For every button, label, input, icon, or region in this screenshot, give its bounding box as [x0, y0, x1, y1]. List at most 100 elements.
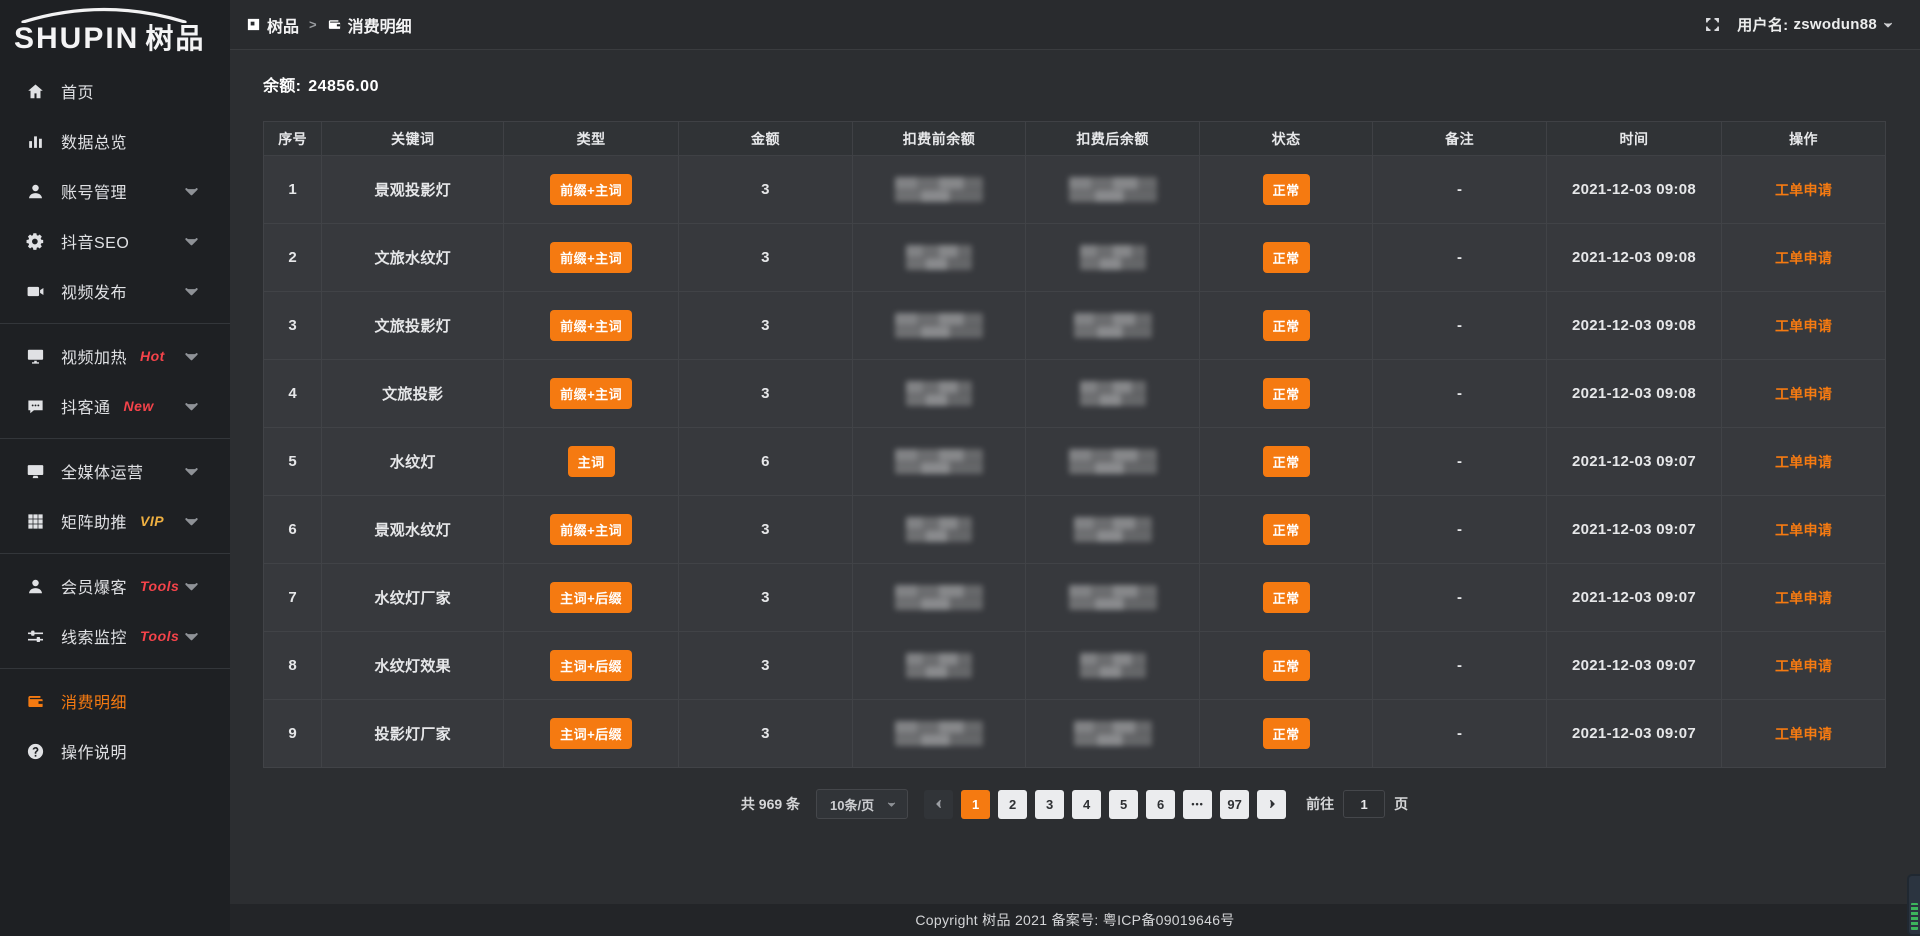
masked-balance-after	[1074, 721, 1152, 746]
ticket-apply-link[interactable]: 工单申请	[1775, 726, 1832, 742]
sidebar-item-home[interactable]: 首页	[0, 66, 230, 116]
sidebar-item-video-publish[interactable]: 视频发布	[0, 266, 230, 316]
page-button-2[interactable]: 2	[998, 790, 1027, 819]
sidebar-item-label: 矩阵助推	[61, 509, 127, 533]
cell-keyword: 文旅投影	[322, 360, 504, 428]
prev-page-button[interactable]	[924, 790, 953, 819]
sidebar-divider	[0, 323, 230, 324]
balance: 余额: 24856.00	[263, 72, 1886, 96]
column-header: 序号	[264, 122, 322, 156]
cell-amount: 3	[679, 156, 853, 224]
main-area: 树品 > 消费明细 用户名: zswodun88 余额:24856.00	[230, 0, 1920, 936]
column-header: 扣费后余额	[1026, 122, 1200, 156]
wallet-icon	[327, 17, 342, 32]
sidebar-item-data-overview[interactable]: 数据总览	[0, 116, 230, 166]
table-row: 7水纹灯厂家主词+后缀3正常-2021-12-03 09:07工单申请	[264, 564, 1886, 632]
sidebar-item-operation-guide[interactable]: 操作说明	[0, 726, 230, 776]
next-page-button[interactable]	[1257, 790, 1286, 819]
ticket-apply-link[interactable]: 工单申请	[1775, 522, 1832, 538]
sidebar-item-label: 首页	[61, 79, 94, 103]
sidebar-item-douyin-seo[interactable]: 抖音SEO	[0, 216, 230, 266]
chevron-down-icon	[1882, 19, 1894, 31]
status-tag: 正常	[1263, 310, 1310, 341]
floating-widget[interactable]	[1907, 874, 1920, 936]
column-header: 类型	[504, 122, 679, 156]
cell-note: -	[1373, 156, 1547, 224]
chevron-down-icon	[182, 282, 201, 301]
type-tag: 前缀+主词	[550, 242, 632, 273]
gear-icon	[26, 232, 45, 251]
sidebar-item-label: 视频加热	[61, 344, 127, 368]
breadcrumb-root-label: 树品	[267, 13, 299, 37]
user-icon	[26, 182, 45, 201]
masked-balance-before	[906, 517, 972, 542]
page-button-3[interactable]: 3	[1035, 790, 1064, 819]
page-button-1[interactable]: 1	[961, 790, 990, 819]
username-value: zswodun88	[1793, 16, 1877, 33]
column-header: 金额	[679, 122, 853, 156]
app-root: SHUPIN 树品 首页数据总览账号管理抖音SEO视频发布视频加热Hot抖客通N…	[0, 0, 1920, 936]
cell-index: 7	[264, 564, 322, 632]
user-area: 用户名: zswodun88	[1704, 14, 1894, 35]
column-header: 关键词	[322, 122, 504, 156]
cell-index: 3	[264, 292, 322, 360]
sidebar-item-badge: VIP	[140, 513, 164, 529]
masked-balance-after	[1074, 517, 1152, 542]
cell-time: 2021-12-03 09:08	[1546, 360, 1721, 428]
balance-label: 余额:	[263, 78, 301, 95]
page-button-97[interactable]: 97	[1220, 790, 1249, 819]
sidebar-item-lead-monitoring[interactable]: 线索监控Tools	[0, 611, 230, 661]
ticket-apply-link[interactable]: 工单申请	[1775, 182, 1832, 198]
table-body: 1景观投影灯前缀+主词3正常-2021-12-03 09:08工单申请2文旅水纹…	[264, 156, 1886, 768]
table-row: 4文旅投影前缀+主词3正常-2021-12-03 09:08工单申请	[264, 360, 1886, 428]
page-button-4[interactable]: 4	[1072, 790, 1101, 819]
breadcrumb-separator: >	[309, 17, 317, 32]
ticket-apply-link[interactable]: 工单申请	[1775, 590, 1832, 606]
sidebar-item-all-media-operation[interactable]: 全媒体运营	[0, 446, 230, 496]
goto-page: 前往 页	[1306, 790, 1408, 818]
chat-icon	[26, 397, 45, 416]
cell-keyword: 水纹灯厂家	[322, 564, 504, 632]
goto-label: 前往	[1306, 794, 1334, 814]
goto-page-input[interactable]	[1343, 790, 1385, 818]
status-tag: 正常	[1263, 242, 1310, 273]
masked-balance-after	[1069, 449, 1157, 474]
ticket-apply-link[interactable]: 工单申请	[1775, 250, 1832, 266]
ticket-apply-link[interactable]: 工单申请	[1775, 658, 1832, 674]
cell-note: -	[1373, 632, 1547, 700]
cell-index: 6	[264, 496, 322, 564]
sidebar-item-consumption-detail[interactable]: 消费明细	[0, 676, 230, 726]
cell-amount: 3	[679, 224, 853, 292]
user-dropdown[interactable]: 用户名: zswodun88	[1737, 14, 1894, 35]
breadcrumb-root[interactable]: 树品	[246, 13, 299, 37]
logo-text-cn: 树品	[145, 17, 205, 57]
fullscreen-icon[interactable]	[1704, 16, 1721, 33]
table-header-row: 序号关键词类型金额扣费前余额扣费后余额状态备注时间操作	[264, 122, 1886, 156]
sidebar-item-badge: Tools	[140, 578, 179, 594]
ticket-apply-link[interactable]: 工单申请	[1775, 454, 1832, 470]
sidebar-item-video-heating[interactable]: 视频加热Hot	[0, 331, 230, 381]
table-row: 2文旅水纹灯前缀+主词3正常-2021-12-03 09:08工单申请	[264, 224, 1886, 292]
cell-index: 1	[264, 156, 322, 224]
page-button-6[interactable]: 6	[1146, 790, 1175, 819]
sidebar-item-member-baoke[interactable]: 会员爆客Tools	[0, 561, 230, 611]
monitor-icon	[26, 462, 45, 481]
ticket-apply-link[interactable]: 工单申请	[1775, 386, 1832, 402]
column-header: 备注	[1373, 122, 1547, 156]
sidebar-item-matrix-boost[interactable]: 矩阵助推 VIP	[0, 496, 230, 546]
table-row: 5水纹灯主词6正常-2021-12-03 09:07工单申请	[264, 428, 1886, 496]
sidebar-item-account-management[interactable]: 账号管理	[0, 166, 230, 216]
masked-balance-before	[895, 721, 983, 746]
page-button-5[interactable]: 5	[1109, 790, 1138, 819]
page-size-select[interactable]: 10条/页	[816, 789, 908, 819]
type-tag: 主词	[568, 446, 615, 477]
masked-balance-before	[895, 449, 983, 474]
status-tag: 正常	[1263, 650, 1310, 681]
balance-value: 24856.00	[308, 78, 379, 95]
chevron-down-icon	[886, 799, 897, 810]
column-header: 扣费前余额	[852, 122, 1026, 156]
sidebar-item-douketong[interactable]: 抖客通New	[0, 381, 230, 431]
more-pages-button[interactable]: •••	[1183, 790, 1212, 819]
ticket-apply-link[interactable]: 工单申请	[1775, 318, 1832, 334]
table-row: 8水纹灯效果主词+后缀3正常-2021-12-03 09:07工单申请	[264, 632, 1886, 700]
